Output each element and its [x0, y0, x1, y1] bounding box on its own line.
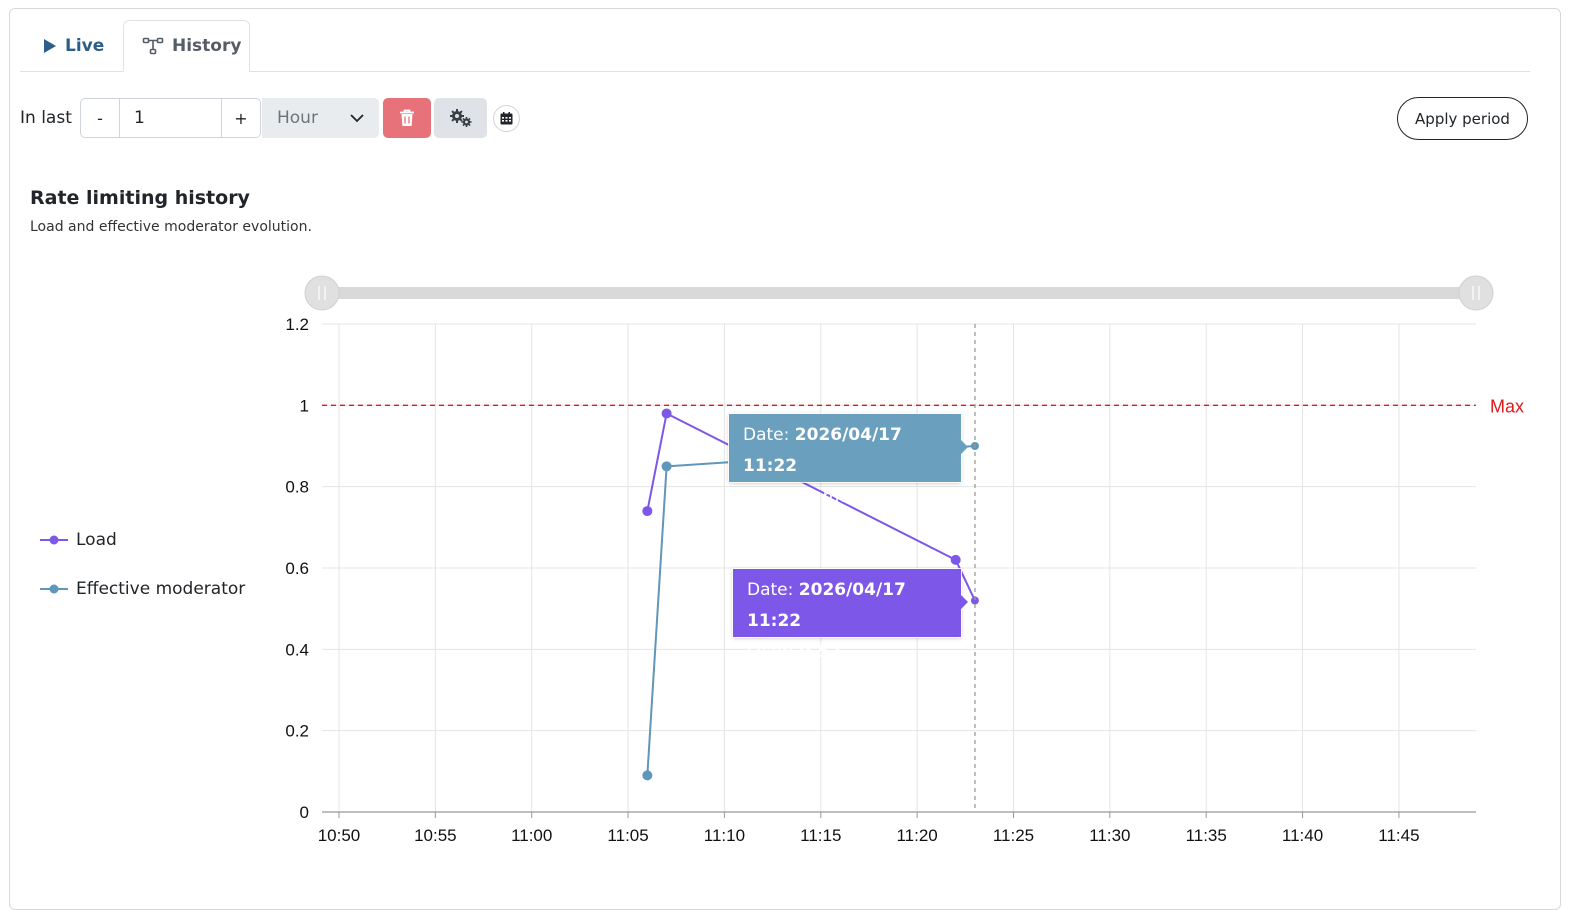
tooltip-moderator-date-label: Date:	[743, 425, 790, 445]
x-tick-label: 11:40	[1282, 826, 1323, 845]
x-tick-label: 11:25	[993, 826, 1034, 845]
zoom-handle-right[interactable]	[1458, 275, 1494, 311]
data-point	[642, 770, 653, 781]
max-threshold-label: Max	[1490, 396, 1524, 416]
tooltip-load-value-label: Load:	[747, 642, 794, 662]
tooltip-load: Date: 2026/04/17 11:22 Load: 0.52	[733, 569, 968, 662]
x-tick-label: 11:05	[607, 826, 648, 845]
x-tick-label: 11:10	[704, 826, 745, 845]
x-tick-label: 11:35	[1186, 826, 1227, 845]
x-tick-label: 11:20	[896, 826, 937, 845]
y-tick-label: 1	[300, 396, 309, 415]
tooltip-moderator-value-label: Effective moderator:	[743, 487, 918, 507]
zoom-handle-left[interactable]	[304, 275, 340, 311]
x-tick-label: 11:30	[1089, 826, 1130, 845]
tooltip-load-value: 0.52	[798, 642, 841, 662]
tooltip-load-date-label: Date:	[747, 580, 794, 600]
tooltip-effective-moderator: Date: 2026/04/17 11:22 Effective moderat…	[729, 414, 968, 538]
y-tick-label: 0.2	[285, 722, 309, 741]
data-point	[950, 554, 961, 565]
y-tick-label: 1.2	[285, 315, 309, 334]
tooltip-load-arrow	[961, 595, 968, 609]
zoom-slider[interactable]	[304, 275, 1494, 311]
x-tick-label: 10:50	[318, 826, 361, 845]
data-point	[661, 461, 672, 472]
y-tick-label: 0.4	[285, 640, 309, 659]
tooltip-moderator-arrow	[961, 440, 968, 454]
tooltip-moderator-value: 0.9	[743, 518, 774, 538]
x-tick-label: 10:55	[414, 826, 457, 845]
data-point	[642, 506, 653, 517]
x-tick-label: 11:00	[511, 826, 552, 845]
zoom-slider-track	[322, 287, 1476, 299]
y-tick-label: 0.6	[285, 559, 309, 578]
chart-grid	[322, 323, 1476, 812]
y-tick-label: 0	[300, 803, 309, 822]
x-tick-label: 11:15	[800, 826, 841, 845]
data-point	[661, 408, 672, 419]
x-tick-label: 11:45	[1378, 826, 1419, 845]
y-tick-label: 0.8	[285, 478, 309, 497]
